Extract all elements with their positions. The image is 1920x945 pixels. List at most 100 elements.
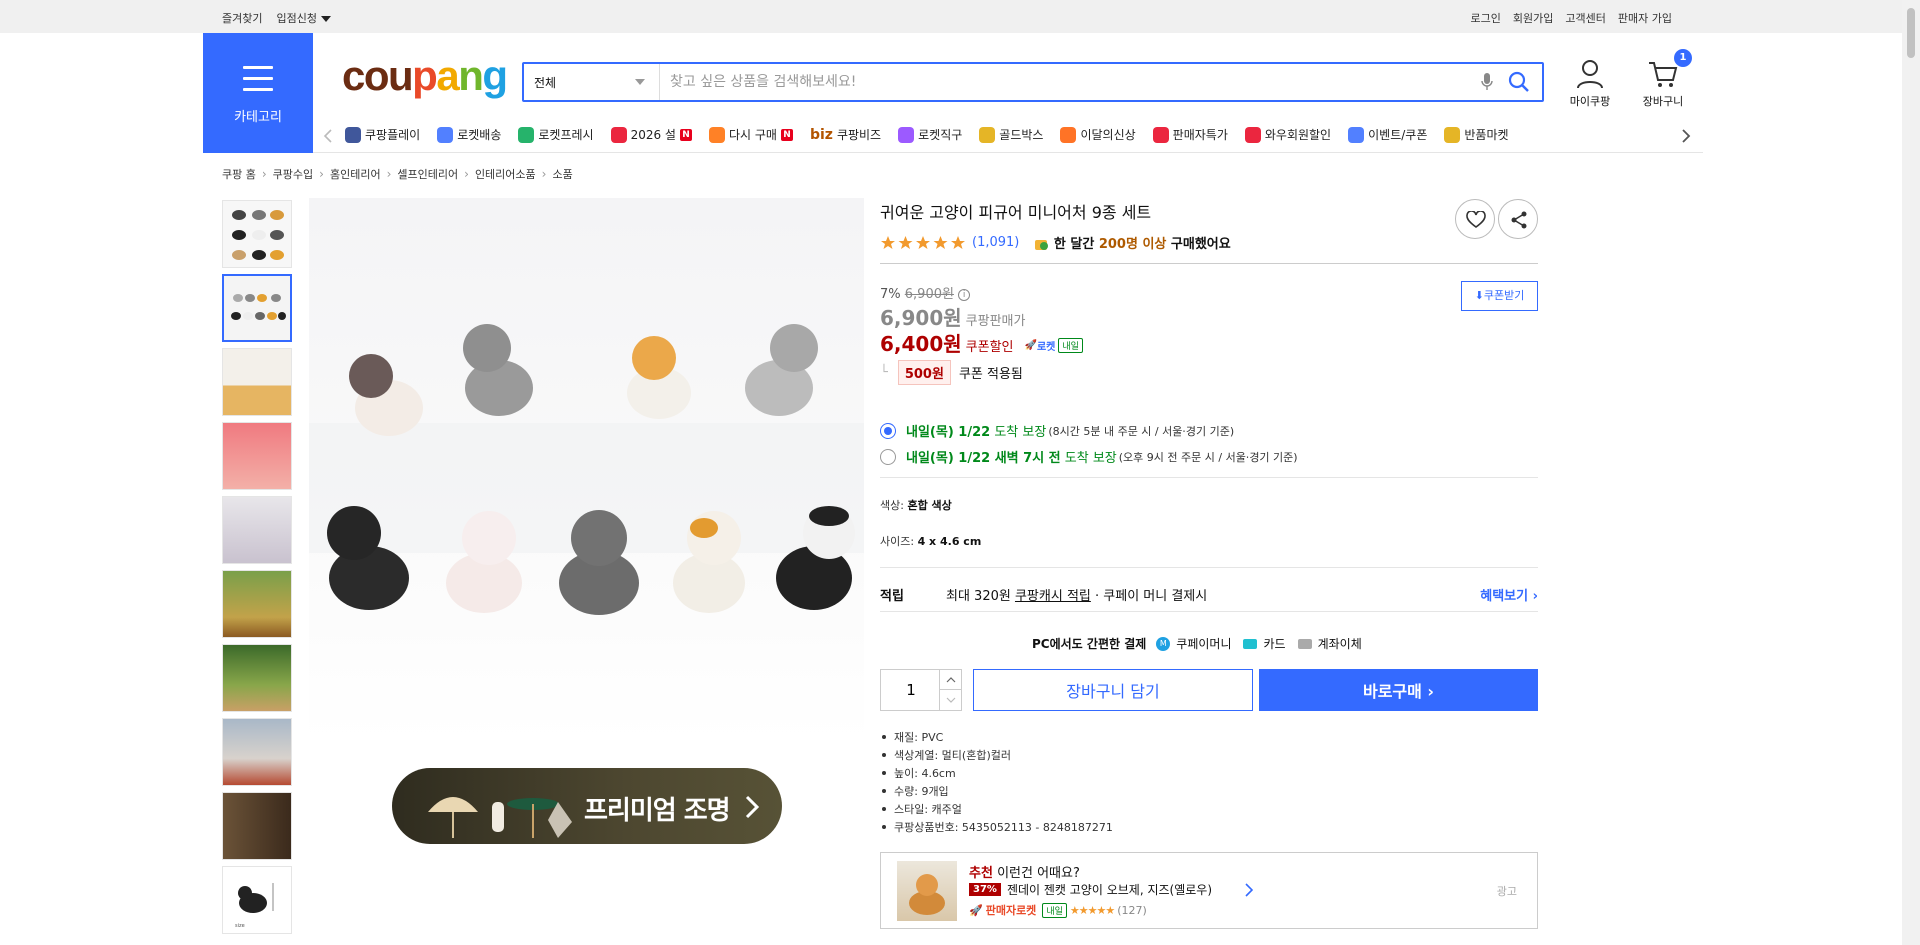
scrollbar[interactable]: [1902, 0, 1920, 945]
microphone-icon[interactable]: [1480, 72, 1494, 95]
quantity-input[interactable]: [881, 670, 941, 710]
breadcrumb-item[interactable]: 인테리어소품: [475, 166, 536, 182]
main-product-image[interactable]: [309, 198, 864, 745]
coupon-icon: [1348, 126, 1365, 143]
radio-selected[interactable]: [880, 422, 896, 439]
bookmark-link[interactable]: 즐겨찾기: [222, 10, 262, 26]
spec-item: 색상계열: 멀티(혼합)컬러: [880, 747, 1113, 765]
breadcrumb-item[interactable]: 홈인테리어: [330, 166, 381, 182]
thumbnail-selected[interactable]: [222, 274, 292, 342]
spec-item: 수량: 9개입: [880, 783, 1113, 801]
caret-down-icon: [320, 16, 331, 22]
quantity-decrease-button[interactable]: [939, 690, 961, 710]
reward-key: 적립: [880, 589, 904, 604]
search-input[interactable]: [670, 71, 1470, 93]
nav-item[interactable]: 2026 설N: [610, 126, 692, 143]
thumbnail[interactable]: [222, 200, 292, 268]
thumbnail-list: size: [222, 200, 294, 940]
thumbnail[interactable]: [222, 644, 292, 712]
breadcrumb-item[interactable]: 쿠팡수입: [273, 166, 313, 182]
coupon-price: 6,400원 쿠폰할인 🚀 로켓 내일: [880, 328, 1083, 357]
wishlist-button[interactable]: [1455, 199, 1495, 239]
reco-label: 이런건 어때요?: [997, 866, 1080, 881]
review-count-link[interactable]: (1,091): [972, 235, 1019, 250]
nav-items: 쿠팡플레이 로켓배송 로켓프레시 2026 설 N 다시 구매 N biz 쿠팡비즈 로켓직구 골드…: [345, 126, 1509, 143]
add-to-cart-button[interactable]: 장바구니 담기: [973, 669, 1253, 711]
spec-item: 스타일: 캐주얼: [880, 801, 1113, 819]
nav-prev-icon[interactable]: [323, 128, 333, 147]
thumbnail[interactable]: [222, 570, 292, 638]
scrollbar-thumb[interactable]: [1907, 8, 1915, 58]
my-coupang-button[interactable]: 마이쿠팡: [1560, 58, 1620, 109]
nav-item[interactable]: 로켓직구: [898, 126, 962, 143]
benefit-more-link[interactable]: 혜택보기 ›: [1480, 585, 1538, 604]
nav-item[interactable]: 쿠팡플레이: [345, 126, 420, 143]
quantity-increase-button[interactable]: [939, 670, 961, 690]
purchase-stat-post: 구매했어요: [1170, 237, 1231, 252]
breadcrumb-item[interactable]: 소품: [552, 166, 572, 182]
seller-signup-link[interactable]: 판매자 가입: [1618, 10, 1672, 26]
breadcrumb-item[interactable]: 쿠팡 홈: [222, 166, 256, 182]
radio-unselected[interactable]: [880, 448, 896, 465]
search-scope-select[interactable]: 전체: [524, 64, 660, 100]
tomorrow-tag: 내일: [1058, 338, 1083, 353]
category-button[interactable]: 카테고리: [203, 33, 313, 153]
nav-item-label: 이달의신상: [1080, 128, 1136, 142]
nav-item[interactable]: 이달의신상: [1060, 126, 1136, 143]
login-link[interactable]: 로그인: [1471, 10, 1501, 26]
market-icon: [1444, 126, 1461, 143]
nav-item[interactable]: 골드박스: [979, 126, 1043, 143]
nav-item[interactable]: 이벤트/쿠폰: [1348, 126, 1427, 143]
nav-item[interactable]: 로켓프레시: [518, 126, 594, 143]
chevron-down-icon: [635, 79, 645, 85]
thumbnail[interactable]: [222, 422, 292, 490]
info-icon[interactable]: i: [958, 288, 971, 301]
thumbnail[interactable]: [222, 718, 292, 786]
nav-item[interactable]: 반품마켓: [1444, 126, 1509, 143]
delivery-date: 내일(목) 1/22: [906, 425, 991, 440]
share-button[interactable]: [1498, 199, 1538, 239]
vendor-apply-link[interactable]: 입점신청: [276, 10, 331, 26]
nav-item-label: 반품마켓: [1464, 128, 1509, 142]
breadcrumb-item[interactable]: 셀프인테리어: [397, 166, 458, 182]
coupon-download-button[interactable]: ⬇쿠폰받기: [1461, 281, 1538, 311]
coupon-applied-row: └ 500원 쿠폰 적용됨: [880, 360, 1023, 385]
nav-item[interactable]: 와우회원할인: [1244, 126, 1331, 143]
thumbnail[interactable]: [222, 348, 292, 416]
star-rating-icon: ★★★★★: [1069, 903, 1115, 917]
delivery-option-1[interactable]: 내일(목) 1/22 도착 보장 (8시간 5분 내 주문 시 / 서울⋅경기 …: [880, 421, 1234, 440]
download-icon: ⬇: [1474, 289, 1484, 302]
thumbnail[interactable]: size: [222, 866, 292, 934]
rocket-label: 로켓: [1036, 342, 1056, 353]
logo-part: g: [482, 52, 508, 99]
nav-next-icon[interactable]: [1681, 128, 1691, 147]
reco-review-count: (127): [1117, 903, 1147, 917]
nav-item[interactable]: 로켓배송: [437, 126, 501, 143]
premium-lighting-banner[interactable]: 프리미엄 조명: [392, 768, 782, 844]
recommendation-card[interactable]: 추천 이런건 어때요? 37% 젠데이 젠캣 고양이 오브제, 지즈(옐로우) 🚀…: [880, 852, 1538, 929]
nav-item[interactable]: biz 쿠팡비즈: [810, 126, 881, 143]
breadcrumb-separator: ›: [464, 167, 469, 181]
rating-row: (1,091) 한 달간 200명 이상 구매했어요: [880, 233, 1231, 252]
coupang-logo[interactable]: coupang: [342, 52, 508, 100]
discount-percent: 7%: [880, 287, 901, 302]
my-coupang-label: 마이쿠팡: [1569, 95, 1611, 108]
option-value: 혼합 색상: [907, 499, 952, 512]
benefit-more-label: 혜택보기: [1480, 589, 1529, 604]
signup-link[interactable]: 회원가입: [1513, 10, 1553, 26]
delivery-option-2[interactable]: 내일(목) 1/22 새벽 7시 전 도착 보장 (오후 9시 전 주문 시 /…: [880, 447, 1298, 466]
payment-heading: PC에서도 간편한 결제: [1032, 637, 1147, 651]
nav-item[interactable]: 다시 구매 N: [708, 126, 793, 143]
search-icon[interactable]: [1508, 71, 1530, 96]
nav-item[interactable]: 판매자특가: [1152, 126, 1228, 143]
option-label: 색상:: [880, 499, 904, 512]
buy-now-button[interactable]: 바로구매 ›: [1259, 669, 1538, 711]
cart-button[interactable]: 1 장바구니: [1633, 49, 1693, 109]
reward-cash-link[interactable]: 쿠팡캐시 적립: [1015, 589, 1091, 604]
cart-count-badge: 1: [1674, 49, 1692, 67]
ad-label: 광고: [1496, 885, 1517, 898]
new-badge: N: [780, 128, 793, 141]
thumbnail[interactable]: [222, 792, 292, 860]
thumbnail[interactable]: [222, 496, 292, 564]
customer-center-link[interactable]: 고객센터: [1565, 10, 1605, 26]
